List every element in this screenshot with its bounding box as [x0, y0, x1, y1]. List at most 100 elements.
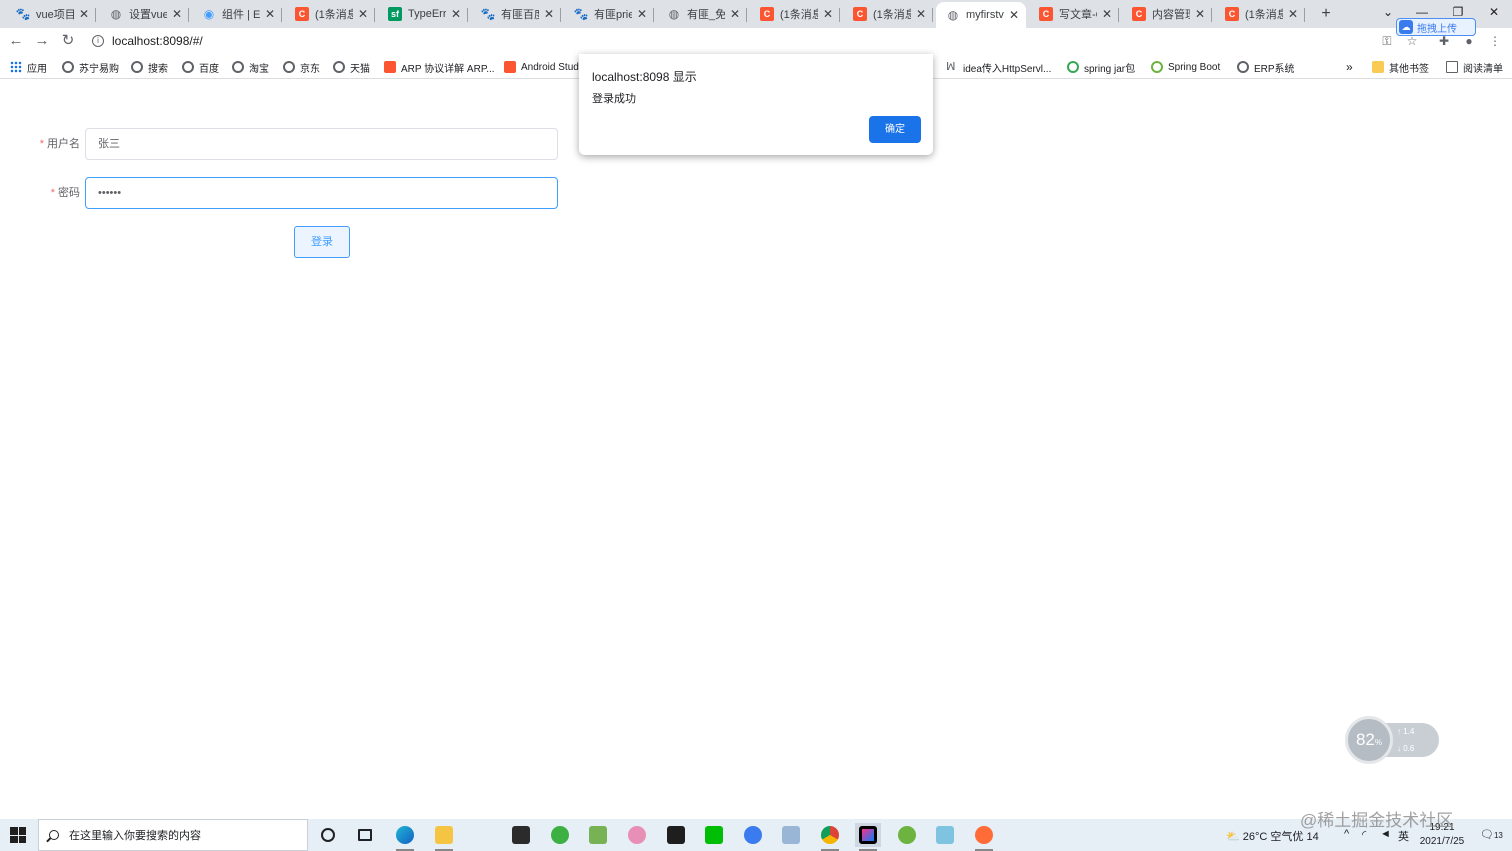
close-window-button[interactable]: ✕ [1476, 2, 1512, 24]
notepad-plus-icon[interactable] [932, 823, 958, 847]
taskbar-search-box[interactable]: 在这里输入你要搜索的内容 [38, 819, 308, 851]
close-tab-icon[interactable]: ✕ [1194, 7, 1206, 21]
windows-start-icon[interactable] [10, 827, 26, 843]
browser-tab[interactable]: C (1条消息) ✕ [843, 2, 933, 26]
bookmarks-overflow-button[interactable]: » [1346, 59, 1353, 75]
menu-kebab-icon[interactable]: ⋮ [1486, 32, 1504, 50]
bookmark-item[interactable]: ERP系统 [1237, 59, 1295, 75]
browser-tab[interactable]: C (1条消息) ✕ [1215, 2, 1305, 26]
forward-button[interactable]: → [32, 31, 52, 51]
tab-title: 有匪百度 [501, 9, 539, 21]
username-input[interactable]: 张三 [85, 128, 558, 160]
other-bookmarks[interactable]: 其他书签 [1372, 59, 1429, 75]
browser-tab[interactable]: C 内容管理 ✕ [1122, 2, 1212, 26]
browser-tab[interactable]: C (1条消息) ✕ [750, 2, 840, 26]
bookmark-item[interactable]: 京东 [283, 59, 320, 75]
upload-rate: ↑ 1.4 [1397, 727, 1415, 736]
bookmark-apps[interactable]: 应用 [10, 59, 47, 75]
tab-title: vue项目# [36, 9, 74, 21]
new-tab-button[interactable]: + [1316, 4, 1336, 24]
browser-tab[interactable]: ◍ 有匪_免 ✕ [657, 2, 747, 26]
chrome-icon[interactable] [817, 823, 843, 851]
bookmark-item[interactable]: Android Stud [504, 59, 579, 75]
cortana-icon[interactable] [315, 823, 341, 847]
upload-extension-label: 拖拽上传 [1417, 23, 1457, 35]
postman-icon[interactable] [971, 823, 997, 851]
browser-tab[interactable]: sf TypeErro ✕ [378, 2, 468, 26]
close-tab-icon[interactable]: ✕ [543, 7, 555, 21]
globe-icon [232, 61, 244, 73]
bookmark-item[interactable]: ARP 协议详解 ARP... [384, 59, 495, 75]
leaf-app-icon[interactable] [894, 823, 920, 847]
segmentfault-icon: sf [388, 7, 402, 21]
spring-leaf-icon [1151, 61, 1163, 73]
notification-center-icon[interactable]: 🗨13 [1480, 828, 1503, 841]
close-tab-icon[interactable]: ✕ [1008, 8, 1020, 22]
password-input[interactable]: •••••• [85, 177, 558, 209]
close-tab-icon[interactable]: ✕ [636, 7, 648, 21]
username-form-item: * 用户名 [0, 128, 80, 160]
back-button[interactable]: ← [6, 31, 26, 51]
reload-button[interactable]: ↻ [58, 31, 78, 51]
bookmark-item[interactable]: spring jar包 [1067, 59, 1135, 75]
weather-cloud-icon: ⛅ [1226, 831, 1243, 843]
bookmark-item[interactable]: 淘宝 [232, 59, 269, 75]
browser-tab[interactable]: ◍ 设置vue ✕ [99, 2, 189, 26]
notepad-app-icon[interactable] [585, 823, 611, 847]
tab-title: (1条消息) [873, 9, 911, 21]
bookmark-label: spring jar包 [1084, 63, 1136, 75]
browser-tab[interactable]: ◉ 组件 | Ele ✕ [192, 2, 282, 26]
csdn-icon [384, 61, 396, 73]
store-icon[interactable] [508, 823, 534, 847]
baidu-paw-icon: 🐾 [480, 7, 496, 21]
browser-tab[interactable]: C (1条消息) ✕ [285, 2, 375, 26]
bookmark-item[interactable]: ꟽ idea传入HttpServl... [946, 59, 1051, 75]
bookmark-item[interactable]: 百度 [182, 59, 219, 75]
bookmark-item[interactable]: 天猫 [333, 59, 370, 75]
bookmark-item[interactable]: 苏宁易购 [62, 59, 119, 75]
upload-extension-button[interactable]: ☁ 拖拽上传 [1396, 18, 1476, 36]
key-icon[interactable]: ⚿ [1378, 32, 1396, 50]
tab-title: (1条消息) [1245, 9, 1283, 21]
reading-list[interactable]: 阅读清单 [1446, 59, 1503, 75]
alert-ok-button[interactable]: 确定 [869, 116, 921, 143]
terminal-icon[interactable] [663, 823, 689, 847]
browser-tab[interactable]: 🐾 有匪百度 ✕ [471, 2, 561, 26]
close-tab-icon[interactable]: ✕ [822, 7, 834, 21]
close-tab-icon[interactable]: ✕ [171, 7, 183, 21]
browser-tab-active[interactable]: ◍ myfirstvu ✕ [936, 2, 1026, 28]
green-app-icon[interactable] [547, 823, 573, 847]
editor-app-icon[interactable] [778, 823, 804, 847]
close-tab-icon[interactable]: ✕ [450, 7, 462, 21]
browser-tab[interactable]: 🐾 有匪pries ✕ [564, 2, 654, 26]
baidu-netdisk-icon[interactable] [740, 823, 766, 847]
close-tab-icon[interactable]: ✕ [264, 7, 276, 21]
globe-icon [62, 61, 74, 73]
file-explorer-icon[interactable] [431, 823, 457, 851]
close-tab-icon[interactable]: ✕ [729, 7, 741, 21]
task-view-icon[interactable] [352, 823, 378, 847]
bookmark-item[interactable]: 搜索 [131, 59, 168, 75]
close-tab-icon[interactable]: ✕ [78, 7, 90, 21]
address-bar[interactable]: i localhost:8098/#/ [84, 30, 1424, 52]
login-button[interactable]: 登录 [294, 226, 350, 258]
bookmark-item[interactable]: Spring Boot [1151, 59, 1220, 75]
csdn-icon: C [295, 7, 309, 21]
alert-title: localhost:8098 显示 [592, 70, 697, 84]
extension-link-icon: ꟽ [946, 61, 956, 73]
close-tab-icon[interactable]: ✕ [357, 7, 369, 21]
browser-tab[interactable]: 🐾 vue项目# ✕ [6, 2, 96, 26]
close-tab-icon[interactable]: ✕ [1101, 7, 1113, 21]
close-tab-icon[interactable]: ✕ [915, 7, 927, 21]
browser-tab[interactable]: C 写文章-C ✕ [1029, 2, 1119, 26]
address-text: localhost:8098/#/ [112, 34, 203, 48]
intellij-idea-icon[interactable] [855, 823, 881, 851]
reading-list-icon [1446, 61, 1458, 73]
paint-app-icon[interactable] [624, 823, 650, 847]
network-speed-widget[interactable]: 82% ↑ 1.4 ↓ 0.6 [1345, 716, 1441, 764]
iqiyi-icon[interactable] [701, 823, 727, 847]
edge-browser-icon[interactable] [392, 823, 418, 851]
site-info-icon[interactable]: i [92, 35, 104, 47]
upload-rate-value: 1.4 [1403, 727, 1415, 736]
close-tab-icon[interactable]: ✕ [1287, 7, 1299, 21]
